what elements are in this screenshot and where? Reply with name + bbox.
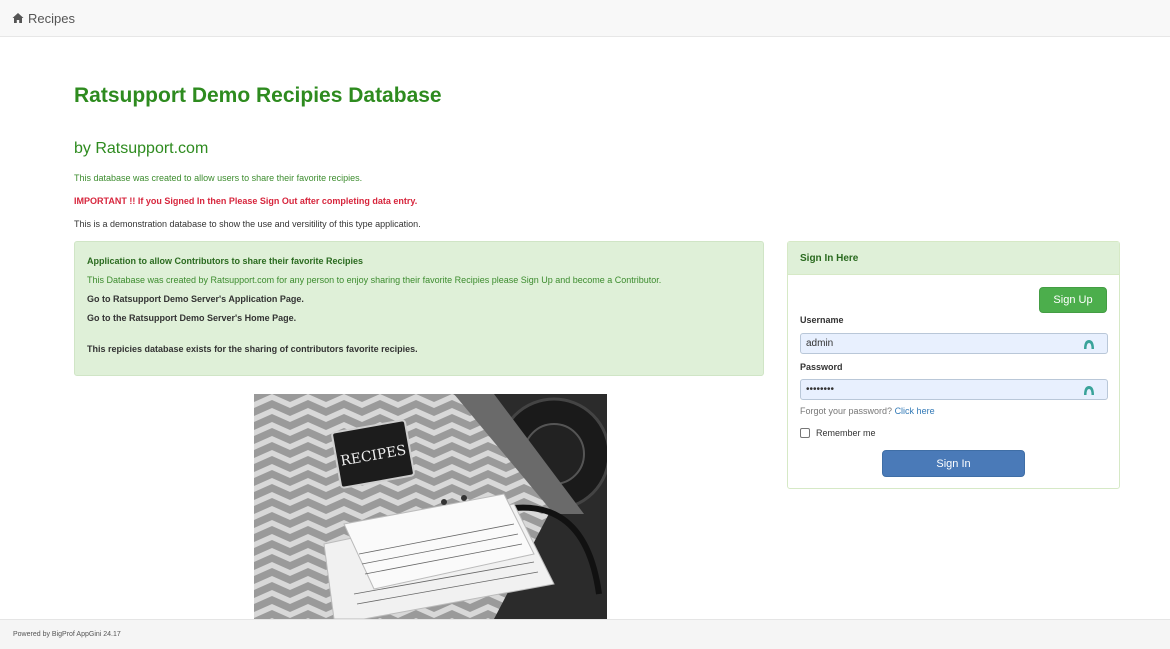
remember-me-label: Remember me (816, 428, 876, 438)
remember-me-row: Remember me (800, 428, 876, 438)
intro-text: This database was created to allow users… (74, 173, 363, 183)
forgot-password-row: Forgot your password? Click here (800, 406, 935, 416)
password-manager-icon[interactable] (1083, 339, 1095, 349)
info-heading: Application to allow Contributors to sha… (87, 256, 364, 266)
brand-link[interactable]: Recipes (12, 11, 75, 26)
page-subtitle: by Ratsupport.com (74, 140, 209, 157)
signin-panel: Sign In Here Sign Up Username Password F… (787, 241, 1120, 489)
info-description: This Database was created by Ratsupport.… (87, 275, 662, 285)
brand-label: Recipes (28, 10, 75, 26)
footer-text: Powered by BigProf AppGini 24.17 (13, 631, 121, 638)
info-panel: Application to allow Contributors to sha… (74, 241, 764, 376)
page-title: Ratsupport Demo Recipies Database (74, 84, 442, 107)
app-page-link[interactable]: Go to Ratsupport Demo Server's Applicati… (87, 294, 304, 304)
home-icon (12, 12, 24, 24)
password-label: Password (800, 362, 843, 372)
forgot-password-text: Forgot your password? (800, 406, 893, 416)
username-label: Username (800, 315, 844, 325)
recipes-photo: RECIPES (254, 394, 607, 619)
signup-button[interactable]: Sign Up (1039, 287, 1107, 313)
top-navbar: Recipes (0, 0, 1170, 37)
password-input[interactable] (800, 379, 1108, 400)
forgot-password-link[interactable]: Click here (895, 406, 935, 416)
recipes-binder-image: RECIPES (254, 394, 607, 619)
remember-me-checkbox[interactable] (800, 428, 810, 438)
signin-button[interactable]: Sign In (882, 450, 1025, 477)
important-notice: IMPORTANT !! If you Signed In then Pleas… (74, 196, 418, 206)
username-input[interactable] (800, 333, 1108, 354)
password-manager-icon[interactable] (1083, 385, 1095, 395)
footer: Powered by BigProf AppGini 24.17 (0, 619, 1170, 649)
info-note: This repicies database exists for the sh… (87, 344, 418, 354)
home-page-link[interactable]: Go to the Ratsupport Demo Server's Home … (87, 313, 296, 323)
signin-heading: Sign In Here (788, 242, 1119, 275)
demo-description: This is a demonstration database to show… (74, 219, 421, 229)
